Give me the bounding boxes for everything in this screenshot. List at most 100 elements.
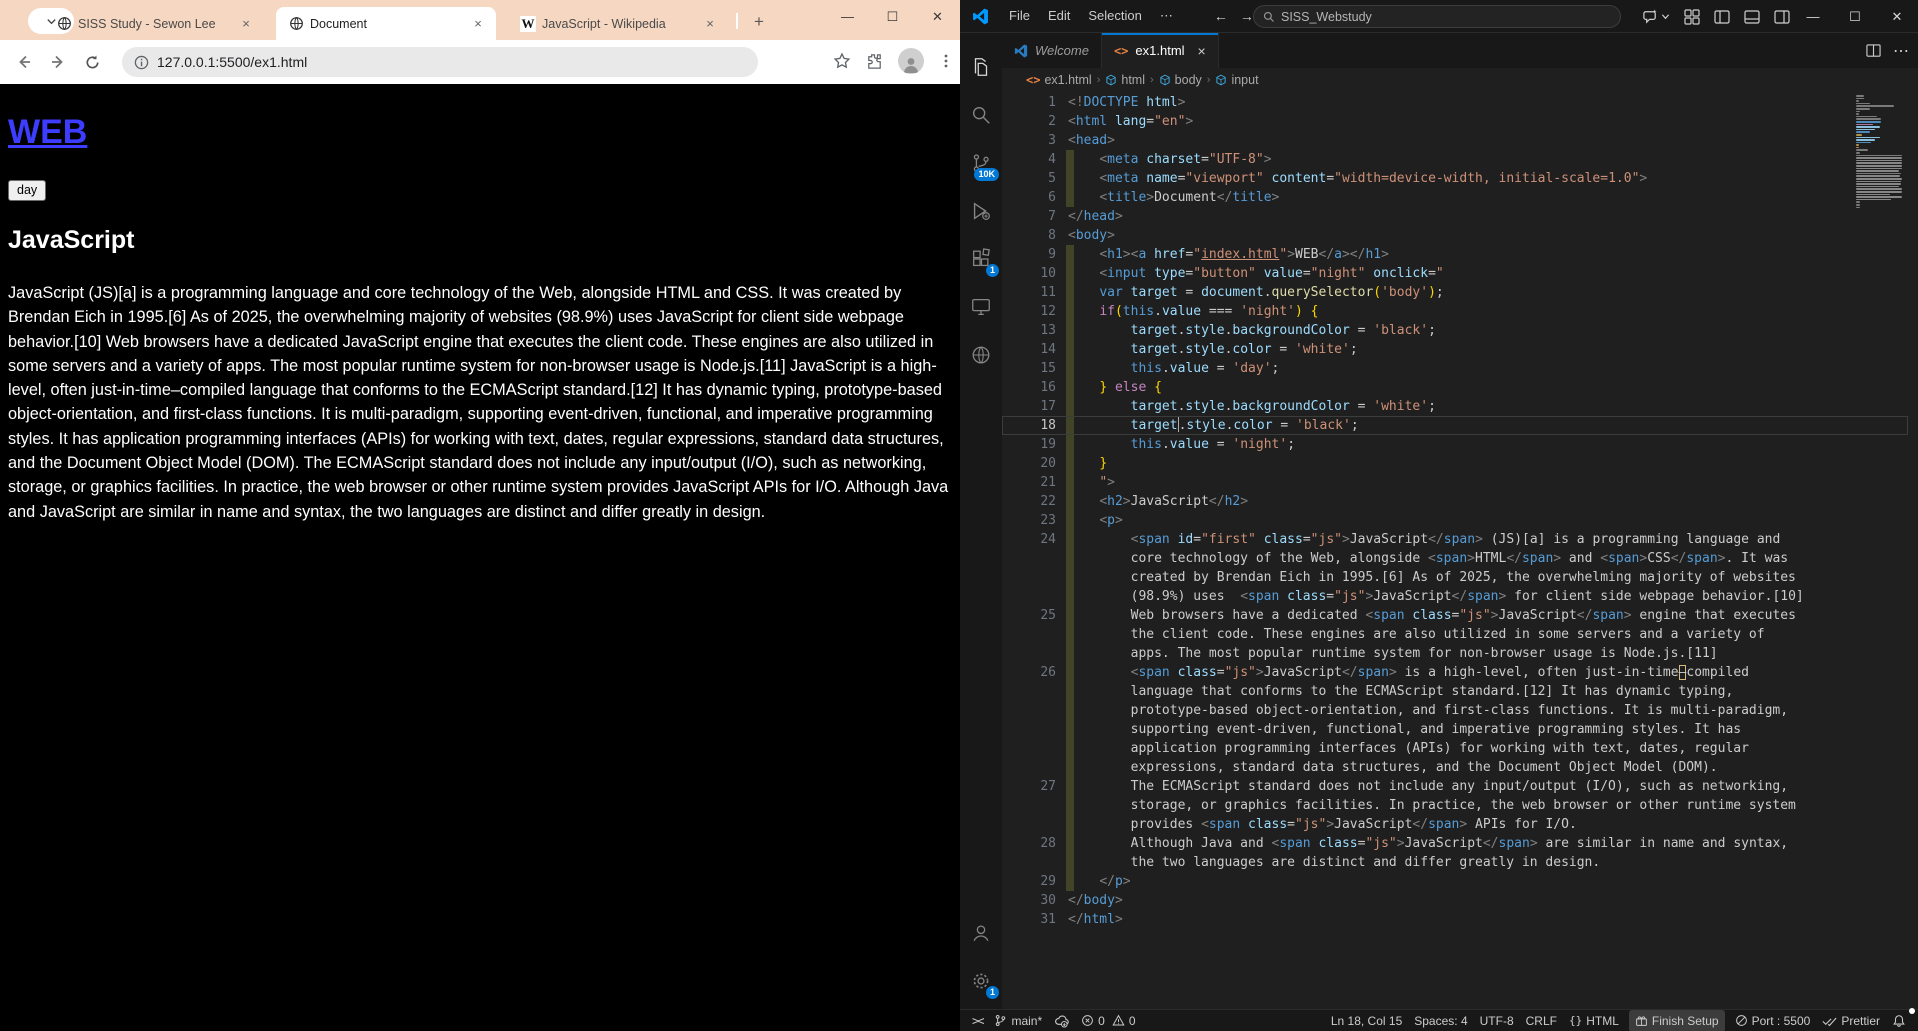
remote-explorer-icon[interactable] (960, 283, 1002, 331)
code-row[interactable]: 24 <span id="first" class="js">JavaScrip… (1002, 530, 1918, 549)
bookmark-star-icon[interactable] (833, 52, 851, 70)
formatter-item[interactable]: Prettier (1816, 1010, 1886, 1031)
split-editor-icon[interactable] (1866, 43, 1881, 58)
language-mode[interactable]: {} HTML (1563, 1010, 1625, 1031)
browser-tab-siss-study[interactable]: SISS Study - Sewon Lee × (44, 7, 264, 40)
code-row[interactable]: 23 <p> (1002, 511, 1918, 530)
breadcrumb-html[interactable]: html (1105, 73, 1145, 87)
notifications-bell-icon[interactable] (1886, 1007, 1915, 1031)
forward-button[interactable] (44, 48, 72, 76)
code-row[interactable]: 11 var target = document.querySelector('… (1002, 283, 1918, 302)
accounts-icon[interactable] (960, 909, 1002, 957)
code-row[interactable]: 12 if(this.value === 'night') { (1002, 302, 1918, 321)
extensions-icon[interactable]: 1 (960, 235, 1002, 283)
code-row[interactable]: 13 target.style.backgroundColor = 'black… (1002, 321, 1918, 340)
source-control-icon[interactable]: 10K (960, 139, 1002, 187)
go-back-icon[interactable]: ← (1214, 8, 1228, 24)
profile-avatar[interactable] (898, 48, 924, 74)
code-row[interactable]: expressions, standard data structures, a… (1002, 758, 1918, 777)
close-tab-icon[interactable]: × (470, 16, 486, 32)
tab-welcome[interactable]: Welcome (1002, 33, 1102, 68)
copilot-chat-icon[interactable] (1642, 8, 1670, 25)
more-actions-icon[interactable]: ⋯ (1893, 41, 1910, 61)
close-tab-icon[interactable]: × (238, 16, 254, 32)
code-row[interactable]: 5 <meta name="viewport" content="width=d… (1002, 169, 1918, 188)
code-row[interactable]: 7 </head> (1002, 207, 1918, 226)
eol-sequence[interactable]: CRLF (1520, 1010, 1563, 1031)
web-home-link[interactable]: WEB (8, 113, 87, 151)
toggle-secondary-sidebar-icon[interactable] (1774, 9, 1790, 25)
code-row[interactable]: 14 target.style.color = 'white'; (1002, 340, 1918, 359)
back-button[interactable] (10, 48, 38, 76)
code-row[interactable]: 15 this.value = 'day'; (1002, 359, 1918, 378)
code-row[interactable]: application programming interfaces (APIs… (1002, 739, 1918, 758)
code-row[interactable]: 20 } (1002, 454, 1918, 473)
close-tab-icon[interactable]: × (702, 16, 718, 32)
browser-tab-document[interactable]: Document × (276, 7, 496, 40)
day-night-toggle-button[interactable]: day (8, 180, 47, 201)
sync-changes-item[interactable] (1048, 1010, 1075, 1031)
encoding[interactable]: UTF-8 (1474, 1010, 1520, 1031)
extensions-puzzle-icon[interactable] (865, 52, 884, 71)
code-row[interactable]: 2 <html lang="en"> (1002, 112, 1918, 131)
new-tab-button[interactable]: + (746, 9, 772, 35)
maximize-button[interactable]: ☐ (870, 0, 915, 33)
code-row[interactable]: 1 <!DOCTYPE html> (1002, 93, 1918, 112)
code-row[interactable]: the client code. These engines are also … (1002, 625, 1918, 644)
toggle-sidebar-icon[interactable] (1714, 9, 1730, 25)
code-row[interactable]: 22 <h2>JavaScript</h2> (1002, 492, 1918, 511)
customize-layout-icon[interactable] (1684, 8, 1700, 25)
maximize-button[interactable]: ☐ (1834, 0, 1876, 33)
address-bar[interactable]: 127.0.0.1:5500/ex1.html (122, 47, 758, 77)
close-window-button[interactable]: ✕ (915, 0, 960, 33)
code-row[interactable]: 30 </body> (1002, 891, 1918, 910)
code-row[interactable]: 28 Although Java and <span class="js">Ja… (1002, 834, 1918, 853)
code-editor[interactable]: 1 <!DOCTYPE html> 2 <html lang="en"> 3 <head>… (1002, 92, 1918, 1009)
minimize-button[interactable]: — (825, 0, 870, 33)
code-row[interactable]: storage, or graphics facilities. In prac… (1002, 796, 1918, 815)
live-preview-icon[interactable] (960, 331, 1002, 379)
code-row[interactable]: 9 <h1><a href="index.html">WEB</a></h1> (1002, 245, 1918, 264)
minimap[interactable] (1856, 95, 1904, 209)
code-row[interactable]: supporting event-driven, functional, and… (1002, 720, 1918, 739)
code-row[interactable]: 17 target.style.backgroundColor = 'white… (1002, 397, 1918, 416)
close-tab-icon[interactable]: × (1198, 43, 1206, 59)
menu-edit[interactable]: Edit (1039, 8, 1079, 24)
settings-gear-icon[interactable]: 1 (960, 957, 1002, 1005)
menu-selection[interactable]: Selection (1079, 8, 1150, 24)
browser-menu-icon[interactable] (938, 53, 954, 69)
breadcrumb-body[interactable]: body (1159, 73, 1202, 87)
breadcrumb-input[interactable]: input (1215, 73, 1259, 87)
code-row[interactable]: 26 <span class="js">JavaScript</span> is… (1002, 663, 1918, 682)
tab-ex1-html[interactable]: <> ex1.html × (1101, 33, 1219, 68)
browser-tab-wikipedia[interactable]: W JavaScript - Wikipedia × (508, 7, 728, 40)
command-center-search[interactable]: SISS_Webstudy (1253, 5, 1621, 28)
code-row[interactable]: the two languages are distinct and diffe… (1002, 853, 1918, 872)
code-row[interactable]: 18 target.style.color = 'black'; (1002, 416, 1918, 435)
run-debug-icon[interactable] (960, 187, 1002, 235)
cursor-position[interactable]: Ln 18, Col 15 (1325, 1010, 1408, 1031)
code-row[interactable]: prototype-based object-orientation, and … (1002, 701, 1918, 720)
code-row[interactable]: 25 Web browsers have a dedicated <span c… (1002, 606, 1918, 625)
search-icon[interactable] (960, 91, 1002, 139)
close-window-button[interactable]: ✕ (1876, 0, 1918, 33)
code-row[interactable]: 27 The ECMAScript standard does not incl… (1002, 777, 1918, 796)
finish-setup-item[interactable]: Finish Setup (1628, 1009, 1725, 1031)
remote-indicator[interactable]: >< (966, 1010, 988, 1031)
code-row[interactable]: language that conforms to the ECMAScript… (1002, 682, 1918, 701)
code-row[interactable]: 29 </p> (1002, 872, 1918, 891)
code-row[interactable]: 3 <head> (1002, 131, 1918, 150)
code-row[interactable]: 6 <title>Document</title> (1002, 188, 1918, 207)
code-row[interactable]: (98.9%) uses <span class="js">JavaScript… (1002, 587, 1918, 606)
code-row[interactable]: created by Brendan Eich in 1995.[6] As o… (1002, 568, 1918, 587)
breadcrumb-file[interactable]: <> ex1.html (1026, 73, 1092, 87)
indentation[interactable]: Spaces: 4 (1408, 1010, 1473, 1031)
menu-overflow[interactable]: ⋯ (1151, 8, 1182, 24)
code-row[interactable]: 31 </html> (1002, 910, 1918, 929)
code-row[interactable]: 10 <input type="button" value="night" on… (1002, 264, 1918, 283)
code-row[interactable]: provides <span class="js">JavaScript</sp… (1002, 815, 1918, 834)
code-row[interactable]: apps. The most popular runtime system fo… (1002, 644, 1918, 663)
explorer-icon[interactable] (960, 43, 1002, 91)
minimize-button[interactable]: — (1792, 0, 1834, 33)
menu-file[interactable]: File (1000, 8, 1039, 24)
